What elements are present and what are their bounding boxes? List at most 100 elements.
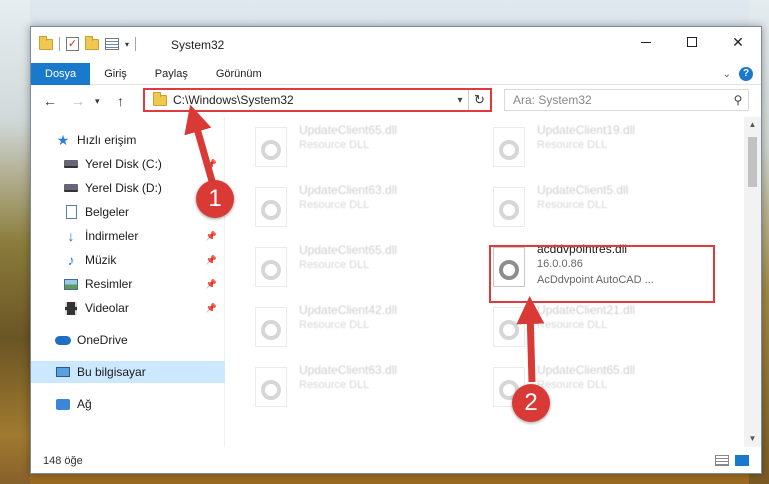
file-item[interactable]: UpdateClient63.dll Resource DLL — [227, 181, 447, 237]
ribbon-tabs: Dosya Giriş Paylaş Görünüm — [31, 63, 761, 85]
expand-ribbon-icon[interactable]: ⌄ — [723, 69, 731, 80]
sidebar-item-pictures[interactable]: Resimler 📌 — [31, 273, 225, 295]
sidebar-item-label: Belgeler — [85, 205, 130, 219]
file-item[interactable]: UpdateClient5.dll Resource DLL — [465, 181, 685, 237]
file-name: UpdateClient5.dll — [537, 183, 629, 197]
maximize-icon — [687, 37, 697, 47]
sidebar-item-label: İndirmeler — [85, 229, 139, 243]
vertical-scrollbar[interactable]: ▲ ▼ — [744, 117, 761, 447]
dll-file-icon — [255, 127, 287, 167]
file-item[interactable]: UpdateClient19.dll Resource DLL — [465, 121, 685, 177]
maximize-button[interactable] — [669, 27, 715, 57]
chevron-down-icon[interactable]: ▾ — [452, 95, 468, 106]
folder-icon — [39, 35, 53, 50]
scroll-thumb[interactable] — [748, 137, 757, 187]
sidebar-item-music[interactable]: ♪ Müzik 📌 — [31, 249, 225, 271]
desktop-background-left — [0, 0, 30, 484]
drive-icon — [63, 157, 79, 171]
properties-check-icon[interactable]: ✓ — [66, 37, 79, 51]
music-icon: ♪ — [67, 252, 75, 268]
file-list: UpdateClient65.dll Resource DLL UpdateCl… — [227, 117, 745, 447]
new-folder-icon[interactable] — [85, 35, 99, 50]
file-name: UpdateClient65.dll — [299, 123, 398, 137]
chevron-down-icon[interactable]: ▾ — [125, 40, 129, 49]
file-description: Resource DLL — [537, 199, 608, 211]
file-item[interactable]: UpdateClient21.dll Resource DLL — [465, 301, 685, 357]
videos-icon — [63, 301, 79, 315]
dll-file-icon — [255, 367, 287, 407]
customize-toolbar-icon[interactable] — [105, 38, 119, 50]
window-title: System32 — [171, 38, 225, 52]
pin-icon: 📌 — [205, 254, 217, 265]
window-controls: ✕ — [623, 27, 761, 57]
view-buttons — [715, 455, 749, 466]
dll-file-icon — [255, 247, 287, 287]
pictures-icon — [63, 277, 79, 291]
sidebar-item-videos[interactable]: Videolar 📌 — [31, 297, 225, 319]
address-bar[interactable]: C:\Windows\System32 ▾ ↻ — [143, 88, 492, 112]
minimize-button[interactable] — [623, 27, 669, 57]
minimize-icon — [641, 41, 651, 43]
file-description: Resource DLL — [299, 259, 370, 271]
sidebar-item-downloads[interactable]: ↓ İndirmeler 📌 — [31, 225, 225, 247]
file-item[interactable]: UpdateClient65.dll Resource DLL — [227, 121, 447, 177]
file-description: Resource DLL — [299, 379, 370, 391]
computer-icon — [55, 365, 71, 379]
divider — [135, 37, 137, 51]
content-area: ★ Hızlı erişim Yerel Disk (C:) 📌 Yerel D… — [31, 117, 761, 447]
file-name: UpdateClient65.dll — [537, 363, 636, 377]
scroll-down-icon[interactable]: ▼ — [744, 431, 761, 447]
file-item[interactable]: UpdateClient42.dll Resource DLL — [227, 301, 447, 357]
star-icon: ★ — [56, 131, 70, 148]
refresh-icon[interactable]: ↻ — [468, 90, 490, 110]
sidebar-item-label: Müzik — [85, 253, 117, 267]
sidebar-item-this-pc[interactable]: Bu bilgisayar — [31, 361, 225, 383]
close-button[interactable]: ✕ — [715, 27, 761, 57]
forward-arrow-icon[interactable]: → — [71, 93, 85, 109]
recent-locations-icon[interactable]: ▾ — [95, 96, 100, 107]
step-badge-2: 2 — [512, 384, 550, 422]
scroll-up-icon[interactable]: ▲ — [744, 117, 761, 133]
help-icon[interactable]: ? — [739, 67, 753, 81]
file-name: UpdateClient63.dll — [299, 363, 398, 377]
network-icon — [55, 397, 71, 411]
tab-file[interactable]: Dosya — [31, 63, 91, 85]
drive-icon — [63, 181, 79, 195]
tab-share[interactable]: Paylaş — [141, 63, 202, 85]
search-input[interactable]: Ara: System32 ⚲ — [504, 89, 749, 111]
large-icons-view-icon[interactable] — [735, 455, 749, 466]
documents-icon — [63, 205, 79, 219]
sidebar-item-quick-access[interactable]: ★ Hızlı erişim — [31, 129, 225, 151]
folder-icon — [153, 91, 167, 106]
file-description: Resource DLL — [537, 379, 608, 391]
up-arrow-icon[interactable]: ↑ — [117, 93, 124, 109]
details-view-icon[interactable] — [715, 455, 729, 466]
dll-file-icon — [255, 187, 287, 227]
file-name: UpdateClient65.dll — [299, 243, 398, 257]
pin-icon: 📌 — [205, 230, 217, 241]
file-name: UpdateClient19.dll — [537, 123, 636, 137]
sidebar-item-network[interactable]: Ağ — [31, 393, 225, 415]
navigation-pane: ★ Hızlı erişim Yerel Disk (C:) 📌 Yerel D… — [31, 117, 225, 447]
back-arrow-icon[interactable]: ← — [43, 93, 57, 109]
file-item[interactable]: UpdateClient65.dll Resource DLL — [227, 241, 447, 297]
search-placeholder: Ara: System32 — [513, 93, 592, 107]
file-description: Resource DLL — [299, 139, 370, 151]
file-name: UpdateClient21.dll — [537, 303, 636, 317]
tab-home[interactable]: Giriş — [90, 63, 141, 85]
sidebar-item-label: Bu bilgisayar — [77, 365, 146, 379]
file-item[interactable]: UpdateClient65.dll Resource DLL — [465, 361, 685, 417]
file-item[interactable]: UpdateClient63.dll Resource DLL — [227, 361, 447, 417]
file-name: UpdateClient42.dll — [299, 303, 398, 317]
onedrive-icon — [55, 333, 71, 347]
sidebar-item-onedrive[interactable]: OneDrive — [31, 329, 225, 351]
file-description: Resource DLL — [299, 319, 370, 331]
dll-file-icon — [255, 307, 287, 347]
downloads-icon: ↓ — [67, 228, 75, 244]
tab-view[interactable]: Görünüm — [202, 63, 276, 85]
ribbon: Dosya Giriş Paylaş Görünüm ⌄ ? — [31, 63, 761, 85]
sidebar-item-label: Ağ — [77, 397, 92, 411]
ribbon-controls: ⌄ ? — [723, 67, 753, 81]
sidebar-item-local-disk-c[interactable]: Yerel Disk (C:) 📌 — [31, 153, 225, 175]
search-icon[interactable]: ⚲ — [728, 93, 748, 107]
